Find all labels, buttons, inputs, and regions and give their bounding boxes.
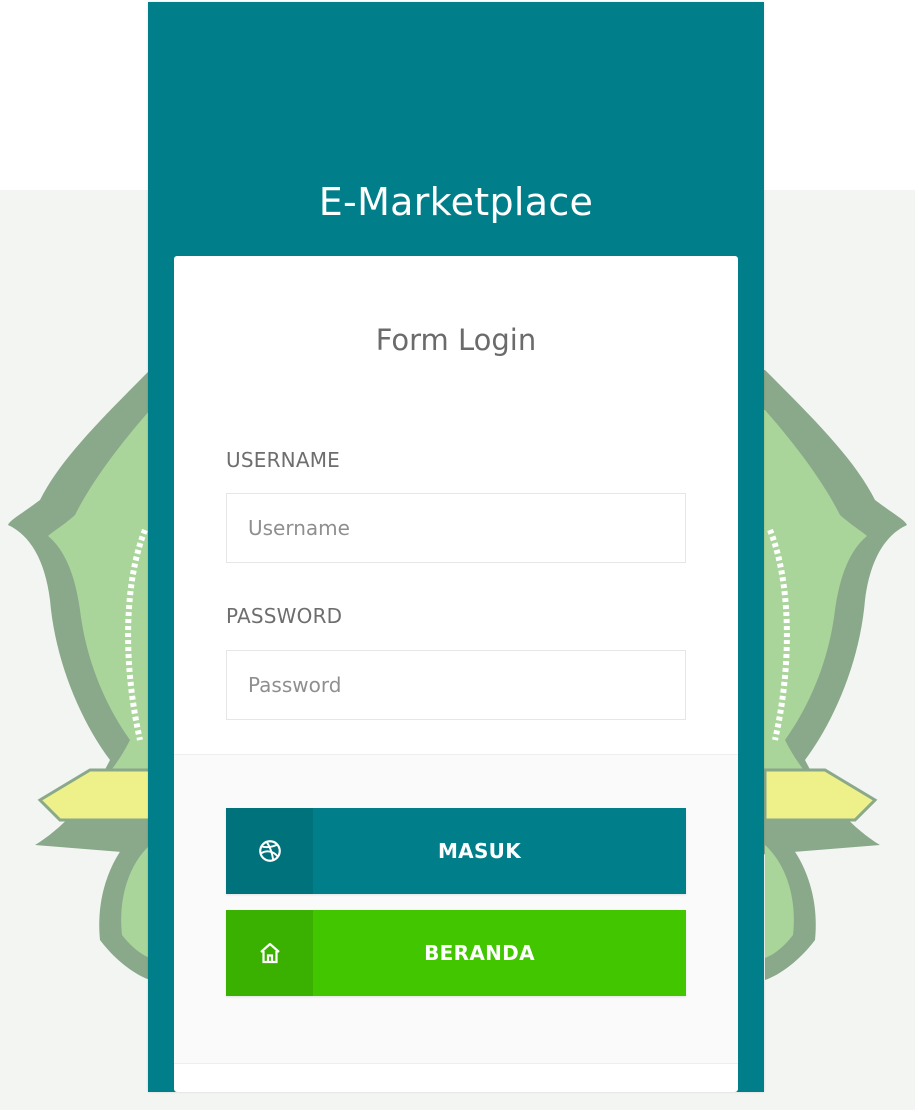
beranda-button[interactable]: BERANDA (226, 910, 686, 996)
masuk-button-label: MASUK (437, 839, 522, 863)
form-title: Form Login (375, 323, 537, 357)
password-input[interactable] (226, 650, 686, 720)
home-icon (226, 910, 313, 996)
password-label: PASSWORD (226, 604, 343, 628)
masuk-button[interactable]: MASUK (226, 808, 686, 894)
dribbble-icon (226, 808, 313, 894)
username-input[interactable] (226, 493, 686, 563)
app-title: E-Marketplace (318, 180, 594, 224)
form-footer (174, 754, 738, 1064)
login-page: E-Marketplace Form Login USERNAME PASSWO… (0, 0, 915, 1110)
emblem-left-ribbon (37, 768, 152, 822)
beranda-button-label: BERANDA (424, 941, 535, 965)
emblem-right-ribbon (763, 768, 878, 822)
username-label: USERNAME (226, 448, 341, 472)
